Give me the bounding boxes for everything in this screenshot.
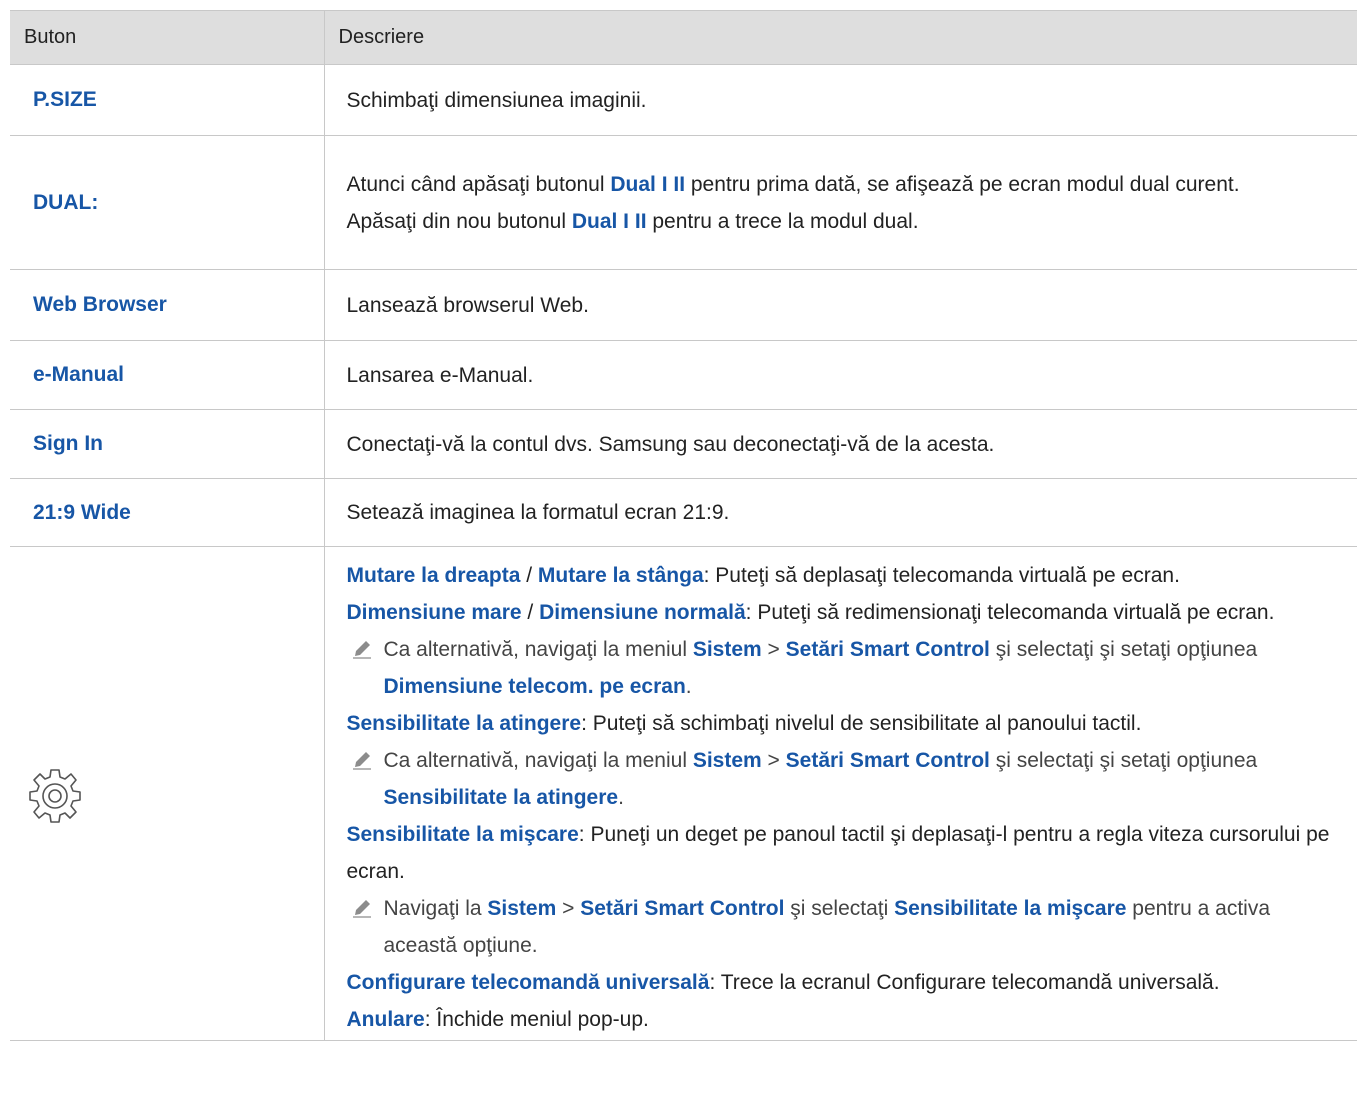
universal-label: Configurare telecomandă universală xyxy=(346,971,710,994)
gear-icon xyxy=(29,768,81,823)
header-description: Descriere xyxy=(323,10,1357,65)
separator: > xyxy=(556,897,581,920)
button-description: Schimbaţi dimensiunea imaginii. xyxy=(323,64,1357,136)
menu-sistem: Sistem xyxy=(487,897,557,920)
note-text: şi selectaţi şi setaţi opţiunea xyxy=(989,749,1258,772)
button-name: e-Manual xyxy=(10,340,324,410)
size-normal-label: Dimensiune normală xyxy=(539,601,746,624)
desc-text: : Puteţi să redimensionaţi telecomanda v… xyxy=(745,601,1275,624)
table-row: Mutare la dreapta / Mutare la stânga: Pu… xyxy=(10,546,1357,1041)
motion-label: Sensibilitate la mişcare xyxy=(346,823,579,846)
table-row: e-Manual Lansarea e-Manual. xyxy=(10,340,1357,410)
cancel-line: Anulare: Închide meniul pop-up. xyxy=(347,1001,1338,1038)
desc-text: Atunci când apăsaţi butonul xyxy=(346,172,611,196)
table-row: 21:9 Wide Setează imaginea la formatul e… xyxy=(10,478,1357,547)
button-description: Conectaţi-vă la contul dvs. Samsung sau … xyxy=(323,409,1357,479)
option-label: Dimensiune telecom. pe ecran xyxy=(383,675,686,698)
separator: > xyxy=(761,638,786,661)
move-right-label: Mutare la dreapta xyxy=(346,564,521,587)
note: Ca alternativă, navigaţi la meniul Siste… xyxy=(347,631,1338,705)
desc-text: : Puteţi să schimbaţi nivelul de sensibi… xyxy=(581,712,1142,735)
table-row: P.SIZE Schimbaţi dimensiunea imaginii. xyxy=(10,64,1357,136)
button-name: 21:9 Wide xyxy=(10,478,324,547)
separator: / xyxy=(520,564,538,587)
note-text: . xyxy=(618,786,624,809)
button-name: Web Browser xyxy=(10,269,324,341)
desc-text: : Puteţi să deplasaţi telecomanda virtua… xyxy=(703,564,1180,587)
table-row: DUAL: Atunci când apăsaţi butonul Dual I… xyxy=(10,135,1357,270)
menu-setari: Setări Smart Control xyxy=(785,638,990,661)
dual-label: Dual I II xyxy=(610,172,686,196)
motion-line: Sensibilitate la mişcare: Puneţi un dege… xyxy=(347,816,1338,890)
pencil-icon xyxy=(352,752,371,770)
button-description: Lansarea e-Manual. xyxy=(323,340,1357,410)
separator: > xyxy=(761,749,786,772)
note: Ca alternativă, navigaţi la meniul Siste… xyxy=(347,742,1338,816)
button-name: P.SIZE xyxy=(10,64,324,136)
button-name: DUAL: xyxy=(10,135,324,270)
separator: / xyxy=(521,601,540,624)
move-line: Mutare la dreapta / Mutare la stânga: Pu… xyxy=(347,557,1338,594)
dual-label: Dual I II xyxy=(571,209,647,233)
menu-setari: Setări Smart Control xyxy=(580,897,785,920)
button-description: Lansează browserul Web. xyxy=(323,269,1357,341)
settings-icon-cell xyxy=(10,546,324,1041)
universal-line: Configurare telecomandă universală: Trec… xyxy=(347,964,1338,1001)
touch-label: Sensibilitate la atingere xyxy=(346,712,582,735)
table-row: Web Browser Lansează browserul Web. xyxy=(10,269,1357,341)
note: Navigaţi la Sistem > Setări Smart Contro… xyxy=(347,890,1338,964)
menu-setari: Setări Smart Control xyxy=(785,749,990,772)
desc-text: Apăsaţi din nou butonul xyxy=(346,209,572,233)
desc-text: pentru prima dată, se afişează pe ecran … xyxy=(685,172,1240,196)
note-text: Ca alternativă, navigaţi la meniul xyxy=(383,638,693,661)
option-label: Sensibilitate la atingere xyxy=(383,786,619,809)
size-large-label: Dimensiune mare xyxy=(346,601,522,624)
option-label: Sensibilitate la mişcare xyxy=(894,897,1127,920)
move-left-label: Mutare la stânga xyxy=(537,564,704,587)
desc-text: : Închide meniul pop-up. xyxy=(424,1008,649,1031)
menu-sistem: Sistem xyxy=(692,749,762,772)
size-line: Dimensiune mare / Dimensiune normală: Pu… xyxy=(347,594,1338,631)
button-name: Sign In xyxy=(10,409,324,479)
note-text: şi selectaţi şi setaţi opţiunea xyxy=(989,638,1258,661)
button-description-table: Buton Descriere P.SIZE Schimbaţi dimensi… xyxy=(10,10,1357,1041)
note-text: Ca alternativă, navigaţi la meniul xyxy=(383,749,693,772)
pencil-icon xyxy=(352,641,371,659)
button-description: Setează imaginea la formatul ecran 21:9. xyxy=(323,478,1357,547)
button-description: Atunci când apăsaţi butonul Dual I II pe… xyxy=(323,135,1357,270)
note-text: şi selectaţi xyxy=(784,897,895,920)
table-row: Sign In Conectaţi-vă la contul dvs. Sams… xyxy=(10,409,1357,479)
desc-text: : Trece la ecranul Configurare telecoman… xyxy=(709,971,1220,994)
touch-line: Sensibilitate la atingere: Puteţi să sch… xyxy=(347,705,1338,742)
desc-text: pentru a trece la modul dual. xyxy=(646,209,919,233)
menu-sistem: Sistem xyxy=(692,638,762,661)
cancel-label: Anulare xyxy=(346,1008,425,1031)
settings-description: Mutare la dreapta / Mutare la stânga: Pu… xyxy=(323,546,1357,1041)
note-text: Navigaţi la xyxy=(383,897,488,920)
table-header: Buton Descriere xyxy=(10,10,1357,65)
note-text: . xyxy=(685,675,692,698)
pencil-icon xyxy=(352,900,371,918)
header-button: Buton xyxy=(10,10,324,65)
